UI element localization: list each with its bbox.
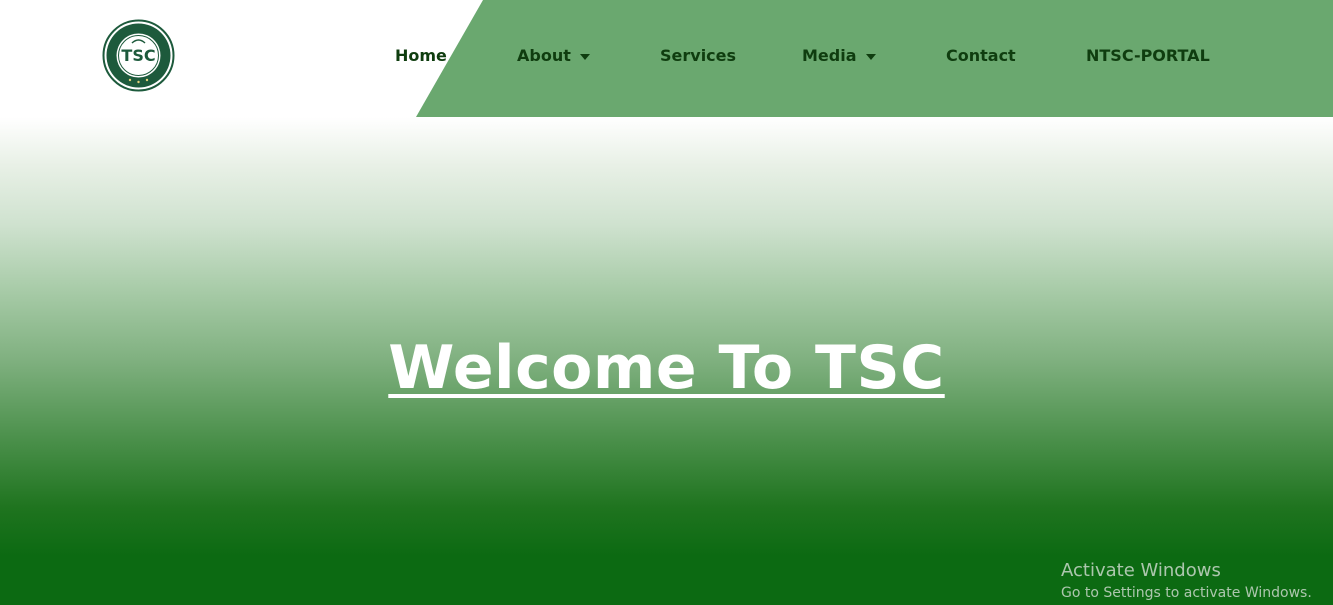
tsc-logo[interactable]: TSC — [102, 19, 175, 92]
caret-down-icon — [579, 53, 590, 60]
caret-down-icon — [865, 53, 876, 60]
nav-item-label: NTSC-PORTAL — [1086, 46, 1210, 65]
nav-item-services[interactable]: Services — [660, 44, 736, 68]
page: TSC Home About Services Media Contact NT… — [0, 0, 1333, 605]
nav-item-contact[interactable]: Contact — [946, 44, 1016, 68]
nav-item-label: About — [517, 46, 571, 65]
hero-section: Welcome To TSC — [0, 117, 1333, 605]
watermark-title: Activate Windows — [1061, 560, 1221, 581]
nav-item-label: Media — [802, 46, 857, 65]
hero-title: Welcome To TSC — [0, 332, 1333, 404]
site-header: TSC Home About Services Media Contact NT… — [0, 0, 1333, 117]
logo-text: TSC — [121, 46, 155, 65]
nav-item-ntsc-portal[interactable]: NTSC-PORTAL — [1086, 44, 1210, 68]
nav-item-home[interactable]: Home — [395, 44, 447, 68]
watermark-subtitle: Go to Settings to activate Windows. — [1061, 585, 1312, 601]
nav-item-about[interactable]: About — [517, 44, 590, 68]
nav-item-label: Contact — [946, 46, 1016, 65]
nav-item-media[interactable]: Media — [802, 44, 876, 68]
nav-item-label: Home — [395, 46, 447, 65]
nav-item-label: Services — [660, 46, 737, 65]
hero-title-link[interactable]: Welcome To TSC — [388, 333, 944, 403]
activate-windows-watermark: Activate Windows Go to Settings to activ… — [1061, 559, 1312, 603]
